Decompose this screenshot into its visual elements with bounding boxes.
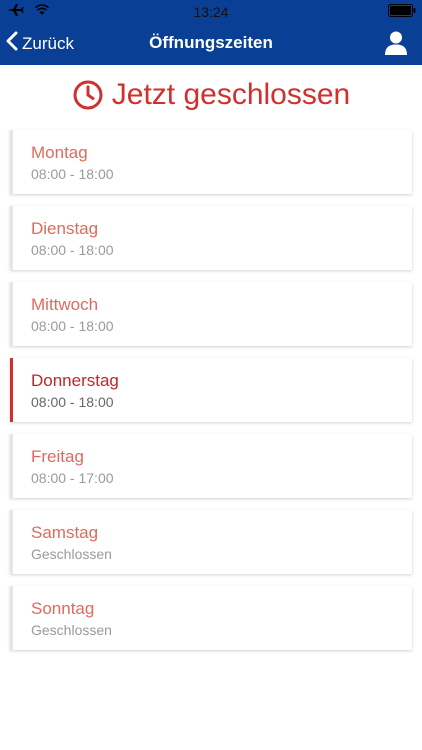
status-time: 13:24 — [193, 4, 229, 20]
profile-button[interactable] — [382, 29, 410, 57]
clock-icon — [72, 79, 104, 111]
day-name: Samstag — [31, 523, 99, 542]
status-right — [388, 4, 416, 20]
header-bar: 13:24 Zurück Öffnungszeiten — [0, 0, 422, 65]
user-icon — [382, 31, 410, 61]
day-hours: Geschlossen — [31, 546, 112, 562]
day-hours: 08:00 - 18:00 — [31, 318, 114, 334]
day-hours: Geschlossen — [31, 622, 112, 638]
day-name: Montag — [31, 143, 88, 162]
day-card-friday[interactable]: Freitag 08:00 - 17:00 — [10, 434, 412, 498]
day-card-saturday[interactable]: Samstag Geschlossen — [10, 510, 412, 574]
day-card-thursday[interactable]: Donnerstag 08:00 - 18:00 — [10, 358, 412, 422]
day-hours: 08:00 - 18:00 — [31, 242, 114, 258]
day-name: Dienstag — [31, 219, 99, 238]
status-bar: 13:24 — [0, 0, 422, 22]
opening-status: Jetzt geschlossen — [0, 78, 422, 112]
day-name: Freitag — [31, 447, 84, 466]
status-text: Jetzt geschlossen — [111, 78, 351, 111]
day-card-monday[interactable]: Montag 08:00 - 18:00 — [10, 130, 412, 194]
day-hours: 08:00 - 17:00 — [31, 470, 114, 486]
day-name: Mittwoch — [31, 295, 99, 314]
opening-hours-list: Montag 08:00 - 18:00 Dienstag 08:00 - 18… — [10, 130, 412, 662]
day-card-sunday[interactable]: Sonntag Geschlossen — [10, 586, 412, 650]
battery-icon — [388, 4, 416, 20]
day-card-wednesday[interactable]: Mittwoch 08:00 - 18:00 — [10, 282, 412, 346]
page-title: Öffnungszeiten — [149, 33, 273, 52]
day-hours: 08:00 - 18:00 — [31, 166, 114, 182]
day-name: Sonntag — [31, 599, 95, 618]
day-hours: 08:00 - 18:00 — [31, 394, 114, 410]
app-screen: 13:24 Zurück Öffnungszeiten Jetzt geschl… — [0, 0, 422, 750]
day-name: Donnerstag — [31, 371, 119, 390]
navigation-bar: Zurück Öffnungszeiten — [0, 22, 422, 65]
day-card-tuesday[interactable]: Dienstag 08:00 - 18:00 — [10, 206, 412, 270]
